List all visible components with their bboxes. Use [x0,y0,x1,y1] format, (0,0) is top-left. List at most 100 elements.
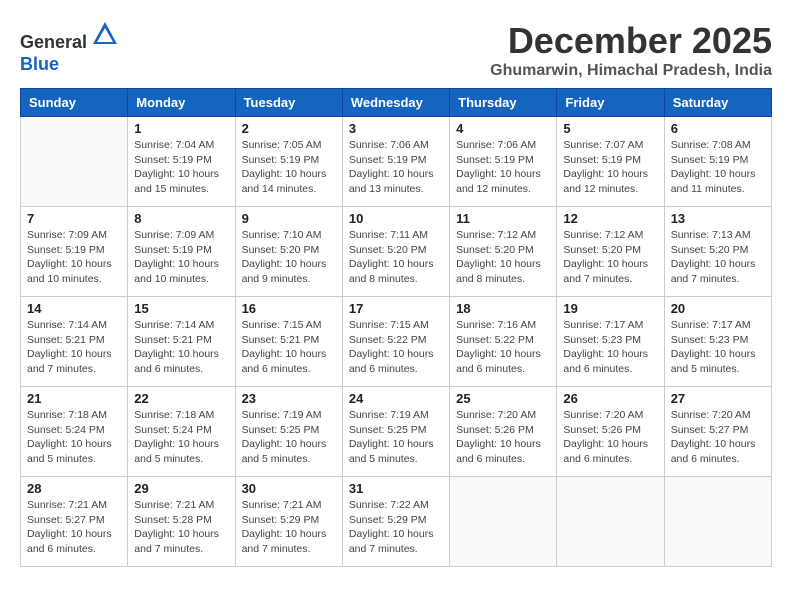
day-number: 17 [349,301,443,316]
calendar-cell: 30Sunrise: 7:21 AM Sunset: 5:29 PM Dayli… [235,477,342,567]
day-number: 22 [134,391,228,406]
calendar-cell: 17 Sunrise: 7:15 AM Sunset: 5:22 PM Dayli… [342,297,449,387]
calendar-cell: 25 Sunrise: 7:20 AM Sunset: 5:26 PM Dayli… [450,387,557,477]
calendar-cell: 8Sunrise: 7:09 AM Sunset: 5:19 PM Daylig… [128,207,235,297]
day-info: Sunrise: 7:17 AM Sunset: 5:23 PM Dayligh… [563,318,657,377]
calendar-cell: 7Sunrise: 7:09 AM Sunset: 5:19 PM Daylig… [21,207,128,297]
calendar-header-row: SundayMondayTuesdayWednesdayThursdayFrid… [21,89,772,117]
calendar-cell: 31 Sunrise: 7:22 AM Sunset: 5:29 PM Dayli… [342,477,449,567]
week-row-1: 1 Sunrise: 7:04 AM Sunset: 5:19 PM Daylig… [21,117,772,207]
day-info: Sunrise: 7:19 AM Sunset: 5:25 PM Dayligh… [242,408,336,467]
month-title: December 2025 [490,20,772,62]
day-number: 2 [242,121,336,136]
calendar-table: SundayMondayTuesdayWednesdayThursdayFrid… [20,88,772,567]
location-title: Ghumarwin, Himachal Pradesh, India [490,62,772,80]
day-info: Sunrise: 7:14 AM Sunset: 5:21 PM Dayligh… [27,318,121,377]
day-header-saturday: Saturday [664,89,771,117]
week-row-3: 14 Sunrise: 7:14 AM Sunset: 5:21 PM Dayli… [21,297,772,387]
logo-general-text: General [20,32,87,52]
day-info: Sunrise: 7:16 AM Sunset: 5:22 PM Dayligh… [456,318,550,377]
day-header-friday: Friday [557,89,664,117]
logo: General Blue [20,20,119,75]
day-info: Sunrise: 7:20 AM Sunset: 5:26 PM Dayligh… [563,408,657,467]
calendar-cell [450,477,557,567]
day-number: 20 [671,301,765,316]
day-info: Sunrise: 7:09 AM Sunset: 5:19 PM Dayligh… [27,228,121,287]
day-info: Sunrise: 7:13 AM Sunset: 5:20 PM Dayligh… [671,228,765,287]
logo-icon [91,20,119,48]
day-info: Sunrise: 7:18 AM Sunset: 5:24 PM Dayligh… [134,408,228,467]
calendar-cell: 26 Sunrise: 7:20 AM Sunset: 5:26 PM Dayli… [557,387,664,477]
calendar-cell: 10 Sunrise: 7:11 AM Sunset: 5:20 PM Dayli… [342,207,449,297]
week-row-2: 7Sunrise: 7:09 AM Sunset: 5:19 PM Daylig… [21,207,772,297]
day-number: 26 [563,391,657,406]
day-info: Sunrise: 7:11 AM Sunset: 5:20 PM Dayligh… [349,228,443,287]
day-number: 5 [563,121,657,136]
calendar-cell: 5 Sunrise: 7:07 AM Sunset: 5:19 PM Daylig… [557,117,664,207]
day-number: 15 [134,301,228,316]
day-info: Sunrise: 7:21 AM Sunset: 5:29 PM Dayligh… [242,498,336,557]
day-number: 16 [242,301,336,316]
day-number: 10 [349,211,443,226]
day-header-monday: Monday [128,89,235,117]
calendar-cell: 22 Sunrise: 7:18 AM Sunset: 5:24 PM Dayli… [128,387,235,477]
calendar-cell: 27 Sunrise: 7:20 AM Sunset: 5:27 PM Dayli… [664,387,771,477]
calendar-cell: 3Sunrise: 7:06 AM Sunset: 5:19 PM Daylig… [342,117,449,207]
calendar-cell [557,477,664,567]
day-info: Sunrise: 7:10 AM Sunset: 5:20 PM Dayligh… [242,228,336,287]
day-number: 13 [671,211,765,226]
calendar-cell: 11Sunrise: 7:12 AM Sunset: 5:20 PM Dayli… [450,207,557,297]
day-info: Sunrise: 7:09 AM Sunset: 5:19 PM Dayligh… [134,228,228,287]
day-info: Sunrise: 7:19 AM Sunset: 5:25 PM Dayligh… [349,408,443,467]
day-info: Sunrise: 7:15 AM Sunset: 5:21 PM Dayligh… [242,318,336,377]
day-number: 24 [349,391,443,406]
day-info: Sunrise: 7:15 AM Sunset: 5:22 PM Dayligh… [349,318,443,377]
day-number: 14 [27,301,121,316]
day-number: 9 [242,211,336,226]
day-info: Sunrise: 7:22 AM Sunset: 5:29 PM Dayligh… [349,498,443,557]
calendar-cell: 1 Sunrise: 7:04 AM Sunset: 5:19 PM Daylig… [128,117,235,207]
day-info: Sunrise: 7:17 AM Sunset: 5:23 PM Dayligh… [671,318,765,377]
calendar-cell: 4 Sunrise: 7:06 AM Sunset: 5:19 PM Daylig… [450,117,557,207]
calendar-cell: 21Sunrise: 7:18 AM Sunset: 5:24 PM Dayli… [21,387,128,477]
day-number: 4 [456,121,550,136]
calendar-cell: 12Sunrise: 7:12 AM Sunset: 5:20 PM Dayli… [557,207,664,297]
day-info: Sunrise: 7:06 AM Sunset: 5:19 PM Dayligh… [456,138,550,197]
page-header: General Blue December 2025 Ghumarwin, Hi… [20,20,772,80]
day-number: 27 [671,391,765,406]
day-number: 6 [671,121,765,136]
day-number: 18 [456,301,550,316]
calendar-cell: 19Sunrise: 7:17 AM Sunset: 5:23 PM Dayli… [557,297,664,387]
day-info: Sunrise: 7:12 AM Sunset: 5:20 PM Dayligh… [456,228,550,287]
day-number: 31 [349,481,443,496]
calendar-cell: 15 Sunrise: 7:14 AM Sunset: 5:21 PM Dayli… [128,297,235,387]
calendar-cell: 6 Sunrise: 7:08 AM Sunset: 5:19 PM Daylig… [664,117,771,207]
day-info: Sunrise: 7:21 AM Sunset: 5:27 PM Dayligh… [27,498,121,557]
calendar-cell: 18 Sunrise: 7:16 AM Sunset: 5:22 PM Dayli… [450,297,557,387]
calendar-cell: 9 Sunrise: 7:10 AM Sunset: 5:20 PM Daylig… [235,207,342,297]
day-info: Sunrise: 7:04 AM Sunset: 5:19 PM Dayligh… [134,138,228,197]
day-info: Sunrise: 7:08 AM Sunset: 5:19 PM Dayligh… [671,138,765,197]
calendar-cell: 23 Sunrise: 7:19 AM Sunset: 5:25 PM Dayli… [235,387,342,477]
day-info: Sunrise: 7:06 AM Sunset: 5:19 PM Dayligh… [349,138,443,197]
day-number: 12 [563,211,657,226]
day-header-tuesday: Tuesday [235,89,342,117]
day-info: Sunrise: 7:05 AM Sunset: 5:19 PM Dayligh… [242,138,336,197]
day-info: Sunrise: 7:20 AM Sunset: 5:26 PM Dayligh… [456,408,550,467]
week-row-5: 28 Sunrise: 7:21 AM Sunset: 5:27 PM Dayli… [21,477,772,567]
day-number: 25 [456,391,550,406]
day-info: Sunrise: 7:20 AM Sunset: 5:27 PM Dayligh… [671,408,765,467]
title-area: December 2025 Ghumarwin, Himachal Prades… [490,20,772,80]
day-header-thursday: Thursday [450,89,557,117]
calendar-cell: 20 Sunrise: 7:17 AM Sunset: 5:23 PM Dayli… [664,297,771,387]
day-info: Sunrise: 7:14 AM Sunset: 5:21 PM Dayligh… [134,318,228,377]
day-number: 1 [134,121,228,136]
day-header-wednesday: Wednesday [342,89,449,117]
day-number: 28 [27,481,121,496]
day-info: Sunrise: 7:18 AM Sunset: 5:24 PM Dayligh… [27,408,121,467]
day-info: Sunrise: 7:21 AM Sunset: 5:28 PM Dayligh… [134,498,228,557]
logo-blue-text: Blue [20,54,59,74]
day-number: 23 [242,391,336,406]
calendar-cell: 2 Sunrise: 7:05 AM Sunset: 5:19 PM Daylig… [235,117,342,207]
day-info: Sunrise: 7:07 AM Sunset: 5:19 PM Dayligh… [563,138,657,197]
